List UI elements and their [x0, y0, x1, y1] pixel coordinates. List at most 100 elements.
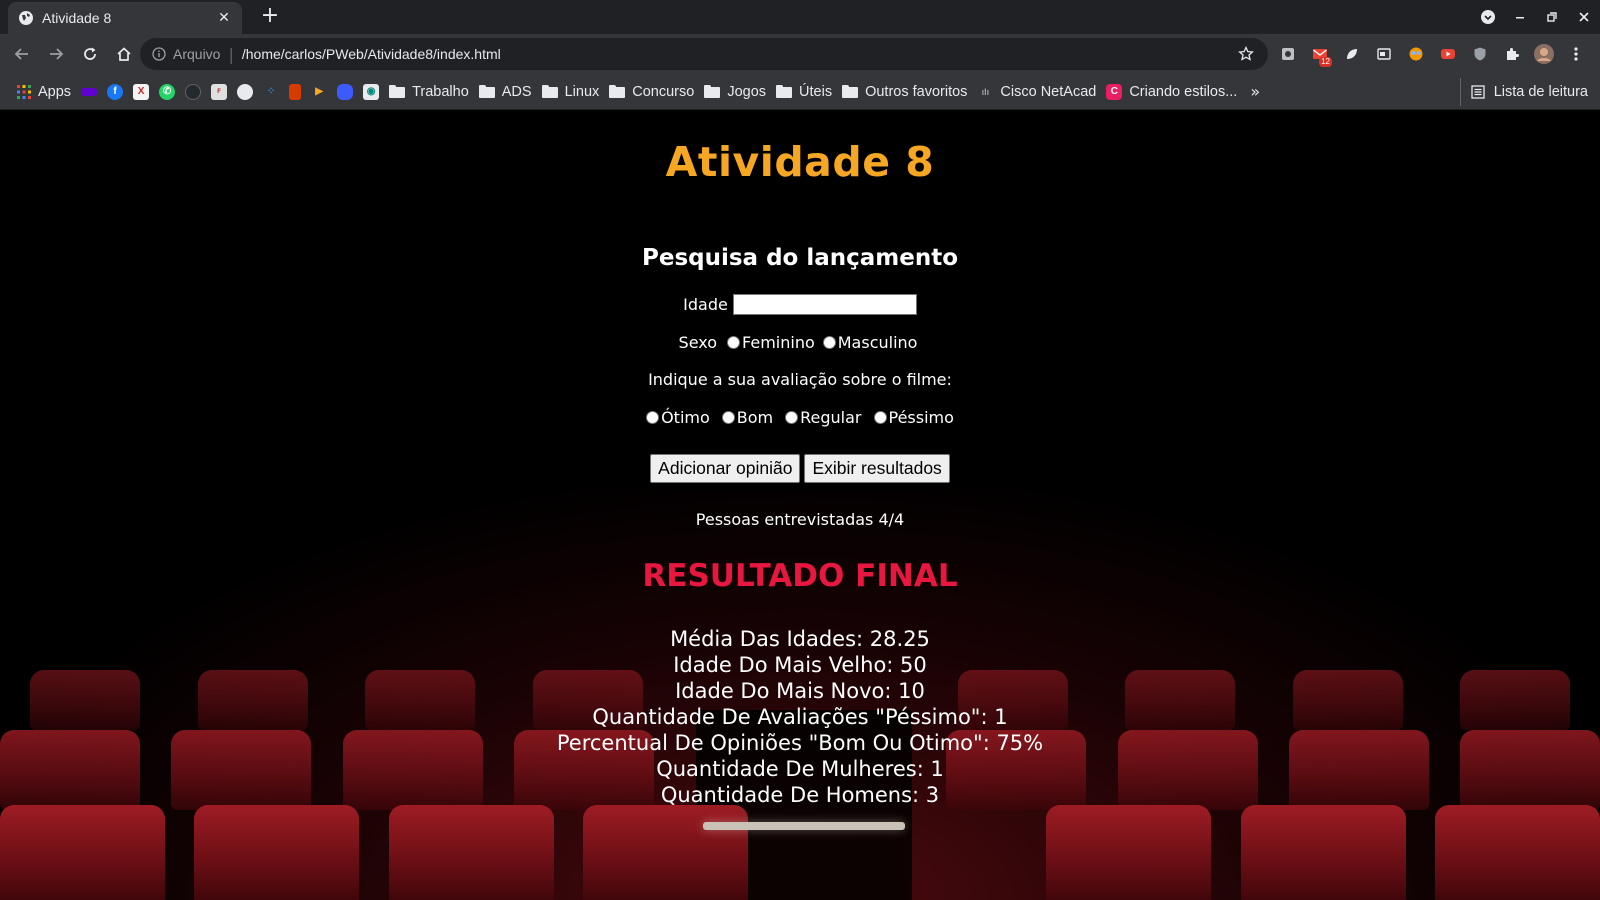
menu-kebab-icon[interactable] — [1560, 38, 1592, 70]
forward-icon[interactable] — [40, 38, 72, 70]
extension-shield-icon[interactable] — [1464, 38, 1496, 70]
bookmark-criando-label: Criando estilos... — [1129, 83, 1238, 100]
page-title: Atividade 8 — [665, 138, 935, 186]
info-icon — [152, 47, 166, 61]
bookmark-fatec[interactable]: F — [206, 78, 232, 106]
bookmark-folder-label: Trabalho — [412, 83, 469, 100]
bookmark-apps[interactable]: Apps — [12, 78, 76, 106]
radio-bom[interactable] — [721, 411, 735, 424]
age-input[interactable] — [732, 294, 917, 315]
seat — [194, 805, 360, 900]
result-pessimo-count: Quantidade De Avaliações "Péssimo": 1 — [592, 705, 1008, 729]
bookmark-folder-label: ADS — [501, 83, 532, 100]
final-result-title: RESULTADO FINAL — [642, 558, 958, 594]
bookmark-folder-label: Concurso — [632, 83, 695, 100]
seat — [0, 805, 165, 900]
tab-strip: Atividade 8 ✕ + — [0, 0, 1600, 34]
bookmark-folder-linux[interactable]: Linux — [537, 78, 605, 106]
add-opinion-button[interactable]: Adicionar opinião — [650, 454, 801, 483]
bookmarks-overflow-button[interactable]: » — [1250, 82, 1260, 101]
result-average-age: Média Das Idades: 28.25 — [670, 627, 930, 651]
radio-pessimo-label: Péssimo — [888, 408, 954, 427]
url-text[interactable]: /home/carlos/PWeb/Atividade8/index.html — [242, 46, 1236, 62]
bookmark-office[interactable] — [284, 78, 306, 106]
seat — [1046, 805, 1212, 900]
back-icon[interactable] — [6, 38, 38, 70]
age-row: Idade — [0, 294, 1600, 315]
reading-list-icon — [1471, 85, 1485, 99]
extension-screenshot-icon[interactable] — [1272, 38, 1304, 70]
bookmark-folder-uteis[interactable]: Úteis — [771, 78, 837, 106]
bookmark-folder-label: Úteis — [799, 83, 833, 100]
seat — [1434, 805, 1600, 900]
bookmark-discord[interactable] — [332, 78, 358, 106]
bookmark-cisco-label: Cisco NetAcad — [1000, 83, 1097, 100]
sex-row: Sexo Feminino Masculino — [0, 333, 1600, 352]
tab-title: Atividade 8 — [42, 10, 112, 26]
folder-icon — [609, 85, 626, 98]
result-oldest-age: Idade Do Mais Velho: 50 — [673, 653, 927, 677]
office-icon — [289, 83, 302, 100]
bookmark-folder-outros[interactable]: Outros favoritos — [837, 78, 972, 106]
bookmark-x-app[interactable]: X — [128, 78, 154, 106]
extensions-puzzle-icon[interactable] — [1496, 38, 1528, 70]
profile-avatar[interactable] — [1528, 38, 1560, 70]
close-tab-icon[interactable]: ✕ — [216, 10, 232, 26]
site-info-label: Arquivo — [173, 46, 221, 62]
bookmark-apps-label: Apps — [38, 83, 72, 100]
interviewed-counter: Pessoas entrevistadas 4/4 — [695, 510, 905, 529]
bookmark-yahoo[interactable] — [76, 78, 102, 106]
bookmark-dots[interactable]: ⁘ — [258, 78, 284, 106]
restore-icon[interactable] — [1536, 0, 1568, 34]
result-men-count: Quantidade De Homens: 3 — [660, 783, 940, 807]
bookmark-whatsapp[interactable]: ✆ — [154, 78, 180, 106]
rating-row: Ótimo Bom Regular Péssimo — [0, 408, 1600, 427]
bookmark-criando-estilos[interactable]: C Criando estilos... — [1101, 78, 1242, 106]
close-window-icon[interactable] — [1568, 0, 1600, 34]
bookmark-github[interactable] — [180, 78, 206, 106]
folder-icon — [478, 85, 495, 98]
bookmark-cisco[interactable]: ılı Cisco NetAcad — [972, 78, 1101, 106]
radio-feminino[interactable] — [727, 336, 741, 349]
facebook-icon: f — [107, 83, 124, 100]
bookmark-folder-trabalho[interactable]: Trabalho — [384, 78, 474, 106]
globe-icon — [237, 83, 254, 100]
show-results-button[interactable]: Exibir resultados — [804, 454, 950, 483]
tab-search-icon[interactable] — [1472, 0, 1504, 34]
home-icon[interactable] — [108, 38, 140, 70]
reading-list-button[interactable]: Lista de leitura — [1459, 78, 1588, 106]
radio-otimo[interactable] — [646, 411, 660, 424]
github-icon — [185, 83, 202, 100]
bookmark-play[interactable]: ▶ — [306, 78, 332, 106]
extension-face-icon[interactable] — [1400, 38, 1432, 70]
folder-icon — [389, 85, 406, 98]
extension-leaf-icon[interactable] — [1336, 38, 1368, 70]
radio-masculino[interactable] — [822, 336, 836, 349]
gmail-extension-icon[interactable]: 12 — [1304, 38, 1336, 70]
gmail-badge: 12 — [1319, 57, 1332, 67]
bookmark-folder-label: Outros favoritos — [865, 83, 968, 100]
bookmark-folder-ads[interactable]: ADS — [474, 78, 537, 106]
bookmark-facebook[interactable]: f — [102, 78, 128, 106]
youtube-extension-icon[interactable] — [1432, 38, 1464, 70]
apps-grid-icon — [17, 84, 31, 99]
bookmark-folder-concurso[interactable]: Concurso — [604, 78, 699, 106]
radio-otimo-label: Ótimo — [661, 408, 710, 427]
radio-pessimo[interactable] — [873, 411, 887, 424]
discord-icon — [337, 83, 354, 100]
address-bar[interactable]: Arquivo | /home/carlos/PWeb/Atividade8/i… — [140, 38, 1268, 70]
extension-window-icon[interactable] — [1368, 38, 1400, 70]
bookmark-camera[interactable]: ◉ — [358, 78, 384, 106]
bookmark-star-icon[interactable] — [1236, 44, 1256, 64]
tab-active[interactable]: Atividade 8 ✕ — [8, 2, 242, 34]
radio-feminino-label: Feminino — [742, 333, 815, 352]
rating-prompt: Indique a sua avaliação sobre o filme: — [0, 370, 1600, 389]
new-tab-button[interactable]: + — [258, 5, 282, 29]
radio-masculino-label: Masculino — [837, 333, 918, 352]
minimize-icon[interactable] — [1504, 0, 1536, 34]
site-info-button[interactable]: Arquivo — [152, 46, 220, 62]
bookmark-web[interactable] — [232, 78, 258, 106]
reload-icon[interactable] — [74, 38, 106, 70]
bookmark-folder-jogos[interactable]: Jogos — [699, 78, 771, 106]
radio-regular[interactable] — [785, 411, 799, 424]
